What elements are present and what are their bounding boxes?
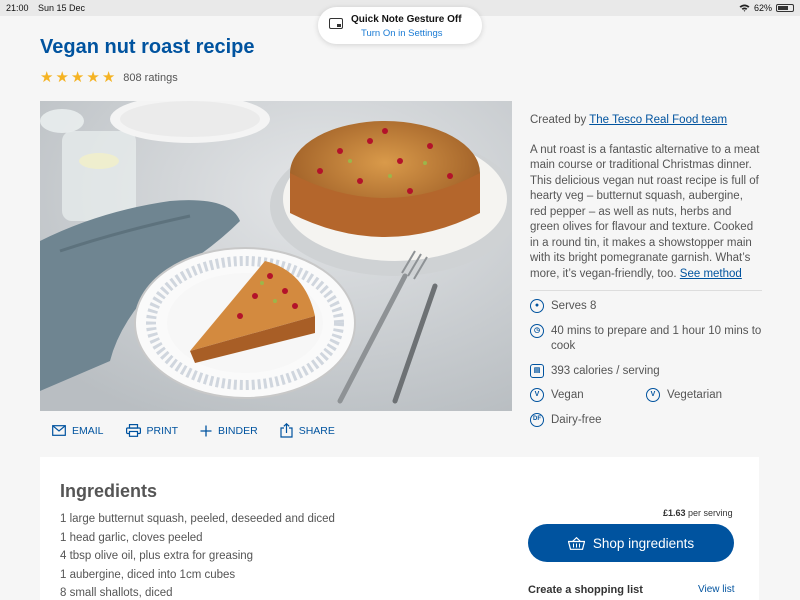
dairy-free-icon: DF bbox=[530, 412, 544, 427]
plus-icon bbox=[200, 425, 212, 436]
print-button[interactable]: PRINT bbox=[125, 423, 179, 438]
shop-ingredients-label: Shop ingredients bbox=[592, 535, 695, 551]
serves-text: Serves 8 bbox=[551, 300, 597, 312]
list-item: 1 large butternut squash, peeled, deseed… bbox=[60, 513, 335, 525]
vegetarian-icon: V bbox=[646, 388, 660, 402]
tag-label: Vegan bbox=[551, 389, 584, 401]
recipe-info: Created by The Tesco Real Food team A nu… bbox=[530, 113, 762, 437]
binder-label: BINDER bbox=[218, 424, 258, 437]
tag-dairy-free: DF Dairy-free bbox=[530, 412, 646, 429]
ingredients-heading: Ingredients bbox=[60, 481, 158, 501]
toast-settings-link[interactable]: Turn On in Settings bbox=[361, 28, 443, 39]
description-text: A nut roast is a fantastic alternative t… bbox=[530, 143, 760, 280]
star-icon: ★ bbox=[40, 69, 54, 86]
see-method-link[interactable]: See method bbox=[680, 268, 742, 280]
author-link[interactable]: The Tesco Real Food team bbox=[589, 114, 727, 126]
people-icon: ● bbox=[530, 299, 544, 313]
share-icon bbox=[280, 423, 293, 438]
created-by: Created by The Tesco Real Food team bbox=[530, 113, 762, 129]
shop-ingredients-button[interactable]: Shop ingredients bbox=[528, 524, 734, 562]
price-suffix: per serving bbox=[688, 508, 733, 518]
star-icon: ★ bbox=[101, 69, 116, 86]
created-by-label: Created by bbox=[530, 114, 587, 126]
status-date: Sun 15 Dec bbox=[38, 3, 86, 13]
status-time: 21:00 bbox=[6, 3, 29, 13]
wifi-icon bbox=[739, 4, 750, 12]
tag-vegetarian: V Vegetarian bbox=[646, 388, 762, 404]
ratings-count: 808 ratings bbox=[123, 71, 178, 84]
serves-info: ● Serves 8 bbox=[530, 299, 762, 315]
rating[interactable]: ★ ★ ★ ★ ★ 808 ratings bbox=[40, 68, 178, 87]
price-per-serving: £1.63 per serving bbox=[663, 508, 733, 518]
list-item: 8 small shallots, diced bbox=[60, 587, 173, 599]
star-icon: ★ bbox=[55, 69, 69, 86]
basket-icon bbox=[567, 536, 585, 550]
email-label: EMAIL bbox=[72, 424, 104, 437]
star-icon: ★ bbox=[70, 69, 85, 86]
calories-icon: ▤ bbox=[530, 363, 544, 378]
quick-note-toast[interactable]: Quick Note Gesture Off Turn On in Settin… bbox=[318, 7, 482, 44]
email-button[interactable]: EMAIL bbox=[52, 423, 104, 438]
time-info: ◷ 40 mins to prepare and 1 hour 10 mins … bbox=[530, 323, 762, 355]
dietary-tags: V Vegan V Vegetarian DF Dairy-free bbox=[530, 388, 762, 437]
quick-note-icon bbox=[329, 18, 343, 29]
printer-icon bbox=[125, 424, 141, 437]
divider bbox=[530, 290, 762, 291]
action-bar: EMAIL PRINT BINDER SHARE bbox=[52, 423, 335, 438]
calories-info: ▤ 393 calories / serving bbox=[530, 363, 762, 380]
toast-title: Quick Note Gesture Off bbox=[351, 14, 462, 25]
tag-label: Dairy-free bbox=[551, 413, 602, 426]
ingredients-card: Ingredients 1 large butternut squash, pe… bbox=[40, 457, 759, 600]
recipe-description: A nut roast is a fantastic alternative t… bbox=[530, 143, 762, 283]
time-text: 40 mins to prepare and 1 hour 10 mins to… bbox=[551, 324, 762, 353]
tag-vegan: V Vegan bbox=[530, 388, 646, 404]
create-shopping-list: Create a shopping list bbox=[528, 584, 643, 596]
price-value: £1.63 bbox=[663, 508, 686, 518]
page-title: Vegan nut roast recipe bbox=[40, 36, 255, 58]
view-list-link[interactable]: View list bbox=[698, 584, 735, 595]
status-right: 62% bbox=[739, 3, 794, 13]
share-button[interactable]: SHARE bbox=[280, 423, 335, 438]
share-label: SHARE bbox=[298, 424, 335, 437]
recipe-image bbox=[40, 101, 512, 411]
ingredients-list: 1 large butternut squash, peeled, deseed… bbox=[60, 513, 335, 600]
star-rating: ★ ★ ★ ★ ★ bbox=[40, 68, 117, 87]
list-item: 1 aubergine, diced into 1cm cubes bbox=[60, 568, 236, 581]
star-icon: ★ bbox=[86, 69, 100, 86]
battery-percentage: 62% bbox=[753, 3, 772, 13]
list-item: 1 head garlic, cloves peeled bbox=[60, 531, 203, 544]
tag-label: Vegetarian bbox=[667, 389, 722, 401]
clock-icon: ◷ bbox=[530, 323, 544, 338]
binder-button[interactable]: BINDER bbox=[200, 423, 258, 438]
vegan-icon: V bbox=[530, 388, 544, 402]
print-label: PRINT bbox=[146, 424, 179, 437]
list-item: 4 tbsp olive oil, plus extra for greasin… bbox=[60, 550, 254, 562]
battery-icon bbox=[776, 4, 794, 12]
calories-text: 393 calories / serving bbox=[551, 364, 660, 377]
mail-icon bbox=[52, 425, 66, 436]
